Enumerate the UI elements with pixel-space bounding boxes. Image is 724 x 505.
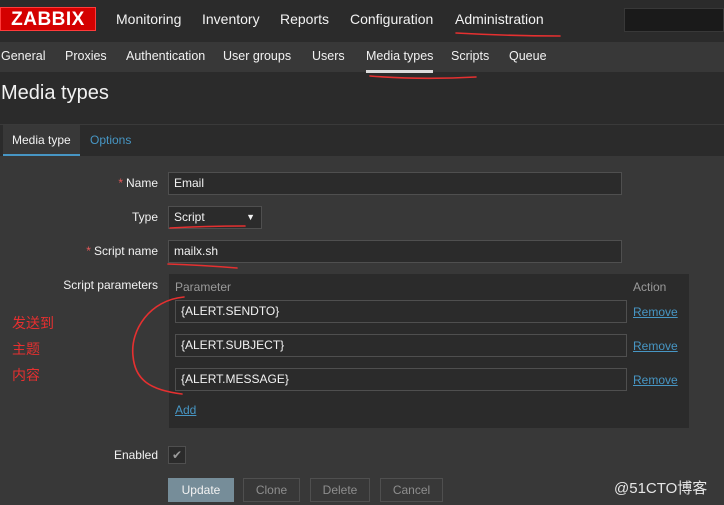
enabled-label: Enabled: [113, 448, 158, 462]
search-input[interactable]: [624, 8, 724, 32]
enabled-checkbox[interactable]: ✔: [168, 446, 186, 464]
sub-menu-user-groups[interactable]: User groups: [223, 42, 291, 70]
parameter-column-header: Parameter: [175, 280, 232, 294]
name-label: * Name: [118, 176, 158, 190]
clone-button[interactable]: Clone: [243, 478, 300, 502]
type-select[interactable]: Script ▼: [168, 206, 262, 229]
tab-options[interactable]: Options: [81, 125, 140, 156]
watermark: @51CTO博客: [614, 480, 708, 497]
type-label: Type: [131, 210, 158, 224]
annotation-note: 发送到 主题 内容: [12, 315, 54, 383]
delete-button[interactable]: Delete: [310, 478, 370, 502]
parameter-input[interactable]: {ALERT.SENDTO}: [175, 300, 627, 323]
update-button[interactable]: Update: [168, 478, 234, 502]
add-parameter-link[interactable]: Add: [175, 403, 196, 417]
script-parameters-label: Script parameters: [63, 278, 158, 292]
remove-link[interactable]: Remove: [633, 305, 678, 319]
name-field[interactable]: Email: [168, 172, 622, 195]
top-menu-reports[interactable]: Reports: [280, 0, 329, 38]
top-menu-configuration[interactable]: Configuration: [350, 0, 433, 38]
top-menu-administration[interactable]: Administration: [455, 0, 544, 38]
script-parameters-table: Parameter Action {ALERT.SENDTO} Remove {…: [168, 273, 690, 429]
top-menu-monitoring[interactable]: Monitoring: [116, 0, 181, 38]
sub-menu-general[interactable]: General: [1, 42, 45, 70]
sub-menu-media-types[interactable]: Media types: [366, 42, 434, 73]
underline-media-types: [369, 75, 477, 80]
parameter-input[interactable]: {ALERT.SUBJECT}: [175, 334, 627, 357]
sub-menu-queue[interactable]: Queue: [509, 42, 547, 70]
zabbix-logo[interactable]: ZABBIX: [0, 7, 96, 31]
checkmark-icon: ✔: [171, 448, 183, 462]
sub-navigation: General Proxies Authentication User grou…: [0, 42, 724, 73]
sub-menu-users[interactable]: Users: [312, 42, 345, 70]
cancel-button[interactable]: Cancel: [380, 478, 443, 502]
form-tabs: Media type Options: [0, 124, 724, 156]
top-menu-inventory[interactable]: Inventory: [202, 0, 260, 38]
remove-link[interactable]: Remove: [633, 373, 678, 387]
parameter-input[interactable]: {ALERT.MESSAGE}: [175, 368, 627, 391]
remove-link[interactable]: Remove: [633, 339, 678, 353]
script-name-field[interactable]: mailx.sh: [168, 240, 622, 263]
sub-menu-scripts[interactable]: Scripts: [451, 42, 489, 70]
script-name-label: * Script name: [86, 244, 158, 258]
chevron-down-icon: ▼: [246, 212, 255, 222]
sub-menu-authentication[interactable]: Authentication: [126, 42, 205, 70]
tab-media-type[interactable]: Media type: [3, 125, 80, 156]
action-column-header: Action: [633, 280, 667, 294]
top-navigation: ZABBIX Monitoring Inventory Reports Conf…: [0, 0, 724, 42]
sub-menu-proxies[interactable]: Proxies: [65, 42, 107, 70]
page-title: Media types: [1, 82, 109, 104]
media-type-form: * Name Email Type Script ▼ * Script name m…: [0, 156, 724, 505]
